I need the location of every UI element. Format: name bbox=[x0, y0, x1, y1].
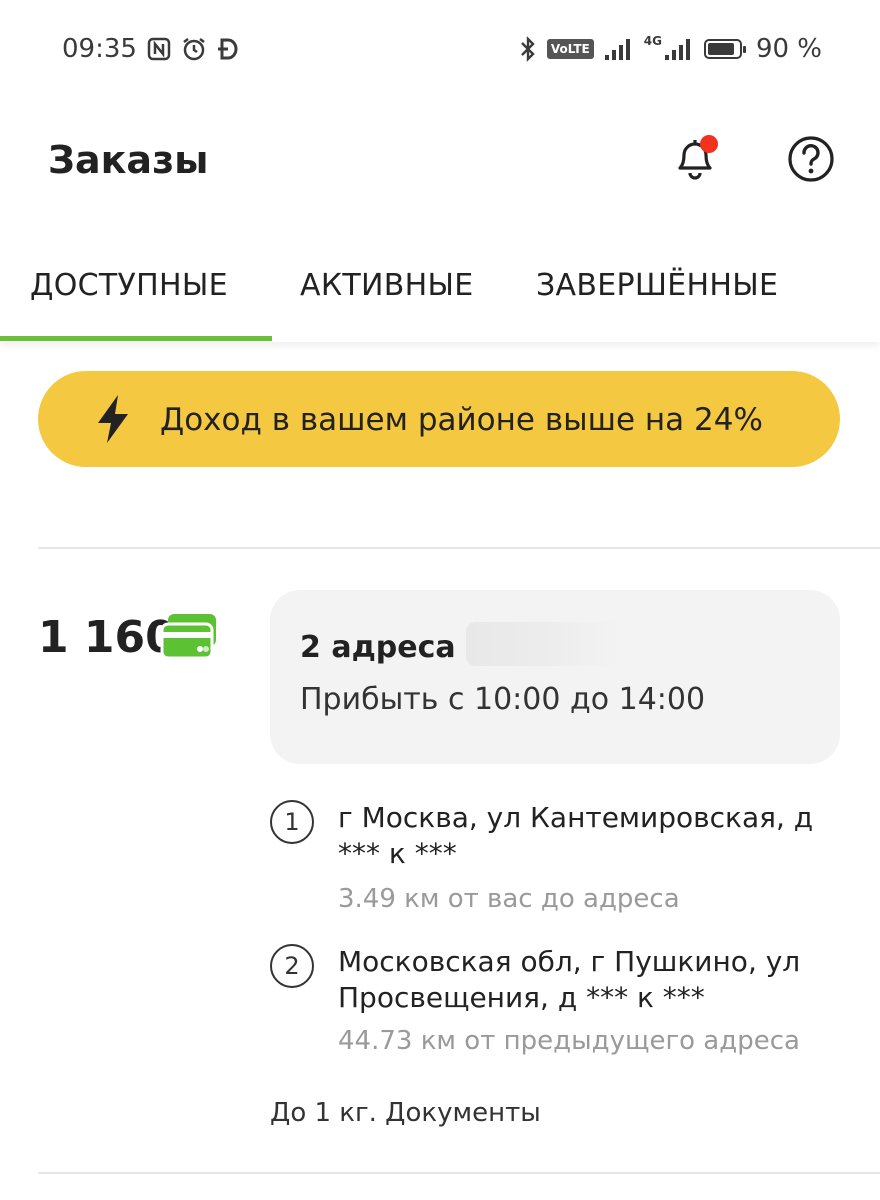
address-count: 2 адреса bbox=[300, 630, 456, 665]
stop-distance-2: 44.73 км от предыдущего адреса bbox=[338, 1026, 800, 1056]
tab-bar: ДОСТУПНЫЕ АКТИВНЫЕ ЗАВЕРШЁННЫЕ bbox=[0, 240, 880, 342]
redacted-order-id bbox=[466, 622, 620, 666]
app-bar: Заказы bbox=[0, 100, 880, 220]
stop-number-2: 2 bbox=[270, 944, 314, 988]
nfc-icon bbox=[147, 37, 171, 61]
status-bar-right: VoLTE 4G 90 % bbox=[519, 34, 822, 64]
status-bar-left: 09:35 bbox=[62, 34, 239, 64]
stop-address-2: Московская обл, г Пушкино, ул Просвещени… bbox=[338, 945, 801, 1014]
banner-text: Доход в вашем районе выше на 24% bbox=[160, 402, 763, 438]
signal-icon bbox=[604, 39, 630, 60]
dash-icon bbox=[217, 38, 238, 60]
4g-signal-icon bbox=[664, 39, 690, 60]
stop-number-1: 1 bbox=[270, 800, 314, 844]
cargo-description: До 1 кг. Документы bbox=[270, 1098, 541, 1128]
page-title: Заказы bbox=[48, 138, 209, 182]
order-price: 1 160 bbox=[38, 612, 176, 663]
volte-icon: VoLTE bbox=[546, 39, 594, 59]
status-time: 09:35 bbox=[62, 34, 137, 64]
alarm-icon bbox=[183, 38, 205, 61]
lightning-icon bbox=[98, 395, 128, 443]
bell-icon[interactable] bbox=[668, 130, 722, 184]
battery-percent: 90 % bbox=[755, 34, 822, 64]
income-banner[interactable]: Доход в вашем районе выше на 24% bbox=[38, 371, 840, 467]
tab-completed[interactable]: ЗАВЕРШЁННЫЕ bbox=[536, 268, 778, 303]
bluetooth-icon bbox=[520, 36, 535, 62]
tab-active[interactable]: АКТИВНЫЕ bbox=[300, 268, 474, 303]
stop-address-1: г Москва, ул Кантемировская, д *** к *** bbox=[338, 801, 814, 870]
divider bbox=[38, 1172, 880, 1174]
4g-label: 4G bbox=[643, 34, 662, 48]
card-icon bbox=[160, 614, 216, 660]
help-icon[interactable] bbox=[786, 134, 836, 184]
arrival-window: Прибыть с 10:00 до 14:00 bbox=[300, 682, 706, 717]
battery-icon bbox=[703, 39, 746, 59]
order-info-box: 2 адреса Прибыть с 10:00 до 14:00 bbox=[270, 590, 840, 764]
divider bbox=[38, 547, 880, 549]
status-bar: 09:35 VoLTE 4G 90 % bbox=[0, 0, 880, 100]
notification-badge bbox=[700, 135, 718, 153]
active-tab-indicator bbox=[0, 336, 272, 341]
tab-available[interactable]: ДОСТУПНЫЕ bbox=[30, 268, 228, 303]
stop-distance-1: 3.49 км от вас до адреса bbox=[338, 884, 680, 914]
